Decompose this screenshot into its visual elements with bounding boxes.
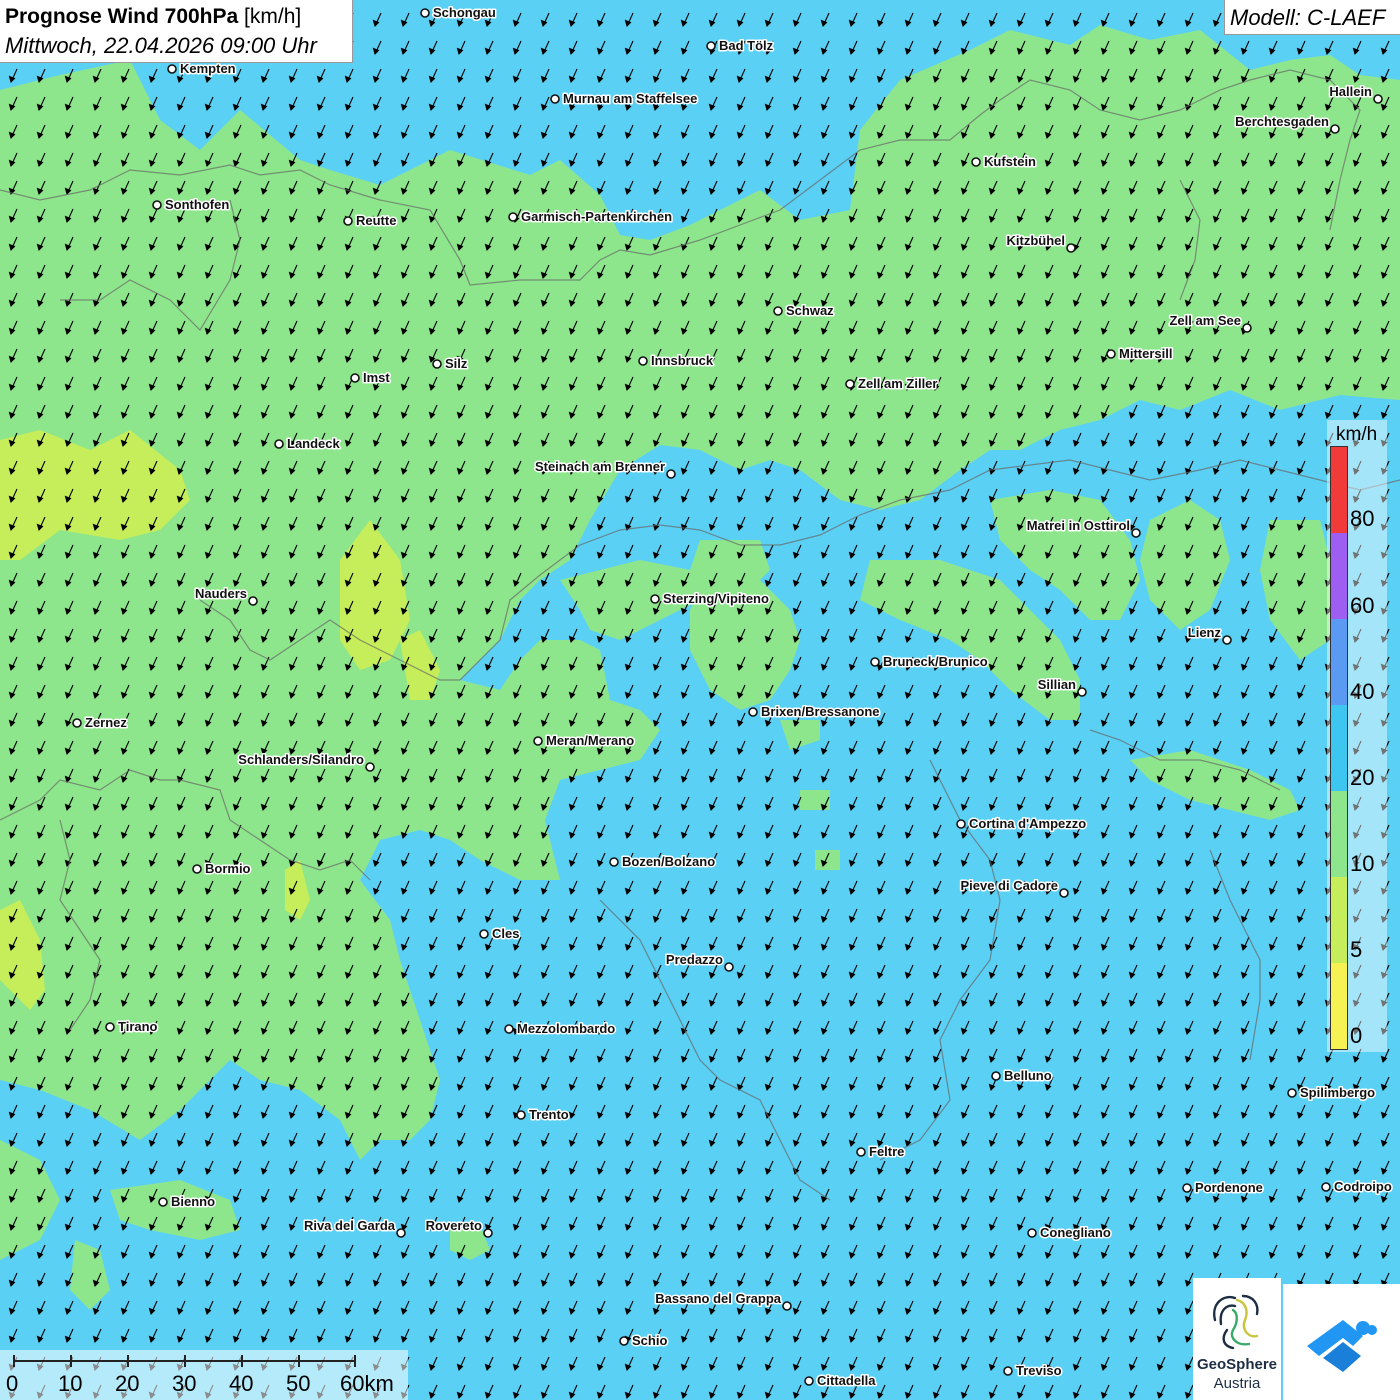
wind-map: SchongauBad TölzKemptenMurnau am Staffel…: [0, 0, 1400, 1400]
